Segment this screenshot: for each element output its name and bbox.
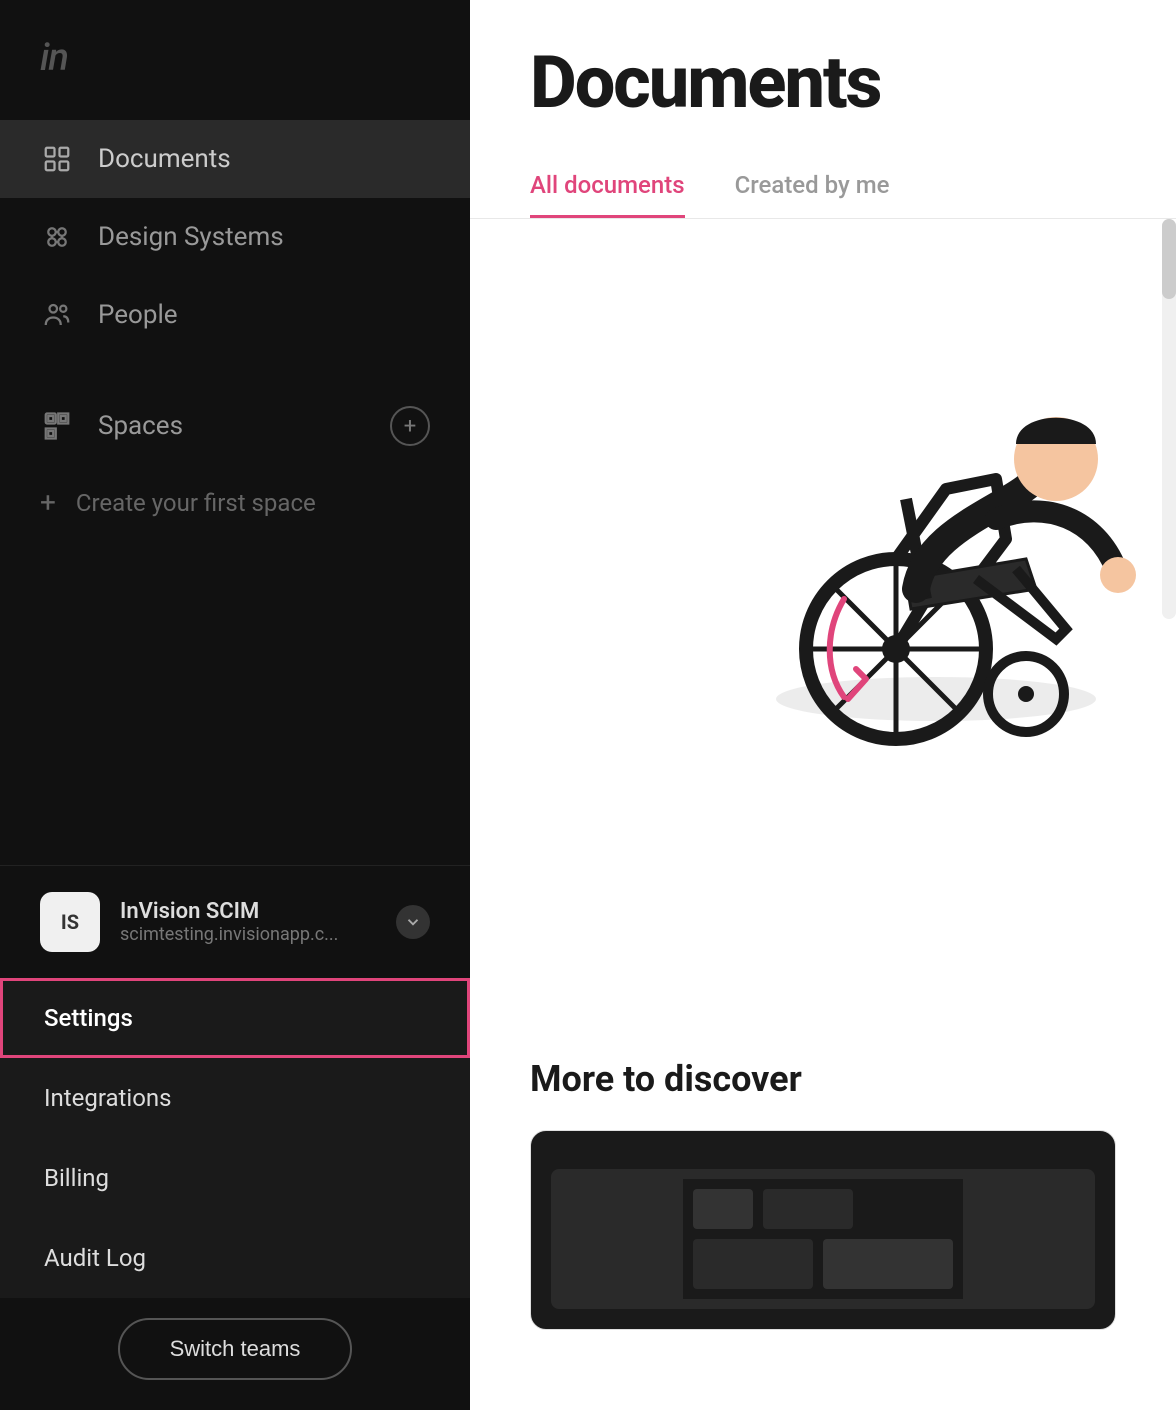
spaces-icon: [40, 409, 74, 443]
chevron-down-icon[interactable]: [396, 905, 430, 939]
team-url: scimtesting.invisionapp.c...: [120, 924, 376, 945]
app-logo: in: [40, 36, 68, 80]
create-space-icon: +: [40, 486, 56, 519]
tab-all-documents[interactable]: All documents: [530, 155, 685, 218]
settings-menu: Settings Integrations Billing Audit Log: [0, 978, 470, 1298]
design-systems-label: Design Systems: [98, 222, 284, 252]
team-avatar: IS: [40, 892, 100, 952]
discover-title: More to discover: [530, 1058, 1116, 1100]
page-title: Documents: [530, 40, 1116, 125]
people-label: People: [98, 300, 178, 330]
logo-area: in: [0, 0, 470, 110]
discover-section: More to discover: [530, 1058, 1116, 1330]
sidebar-item-documents[interactable]: Documents: [0, 120, 470, 198]
spaces-section: Spaces + + Create your first space: [0, 384, 470, 547]
settings-item-settings[interactable]: Settings: [0, 978, 470, 1058]
settings-item-integrations[interactable]: Integrations: [0, 1058, 470, 1138]
discover-card[interactable]: [530, 1130, 1116, 1330]
add-space-button[interactable]: +: [390, 406, 430, 446]
main-header: Documents All documents Created by me: [470, 0, 1176, 219]
create-space-label: Create your first space: [76, 489, 316, 517]
tabs: All documents Created by me: [530, 155, 1116, 218]
documents-icon: [40, 142, 74, 176]
empty-state-illustration: [686, 279, 1176, 779]
tab-created-by-me[interactable]: Created by me: [735, 155, 890, 218]
documents-label: Documents: [98, 144, 231, 174]
spaces-header-left: Spaces: [40, 409, 183, 443]
main-body: More to discover: [470, 219, 1176, 1410]
sidebar: in Documents: [0, 0, 470, 1410]
main-content: Documents All documents Created by me: [470, 0, 1176, 1410]
team-info[interactable]: IS InVision SCIM scimtesting.invisionapp…: [0, 866, 470, 978]
team-details: InVision SCIM scimtesting.invisionapp.c.…: [120, 899, 376, 945]
illustration-area: [646, 259, 1176, 779]
nav-section: Documents Design Systems: [0, 110, 470, 865]
spaces-header[interactable]: Spaces +: [0, 384, 470, 468]
people-icon: [40, 298, 74, 332]
sidebar-item-people[interactable]: People: [0, 276, 470, 354]
sidebar-bottom: IS InVision SCIM scimtesting.invisionapp…: [0, 865, 470, 1410]
discover-card-preview: [551, 1169, 1095, 1309]
design-systems-icon: [40, 220, 74, 254]
settings-item-billing[interactable]: Billing: [0, 1138, 470, 1218]
spaces-label: Spaces: [98, 411, 183, 441]
team-name: InVision SCIM: [120, 899, 376, 924]
sidebar-item-design-systems[interactable]: Design Systems: [0, 198, 470, 276]
settings-item-audit-log[interactable]: Audit Log: [0, 1218, 470, 1298]
switch-teams-button[interactable]: Switch teams: [118, 1318, 353, 1380]
create-space-item[interactable]: + Create your first space: [0, 468, 470, 537]
